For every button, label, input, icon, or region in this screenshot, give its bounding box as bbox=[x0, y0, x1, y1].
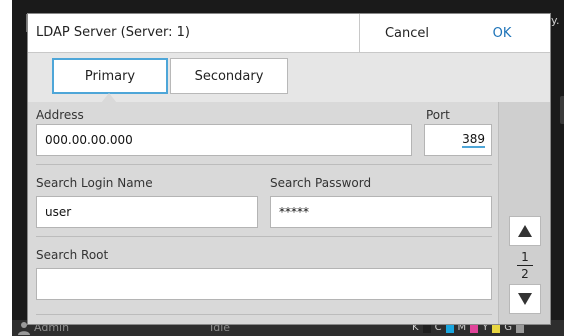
page-down-button[interactable] bbox=[509, 284, 541, 314]
current-page: 1 bbox=[521, 250, 529, 264]
page-scroller: 1 2 bbox=[498, 102, 550, 324]
total-pages: 2 bbox=[521, 267, 529, 281]
background-scroll-tab bbox=[560, 96, 564, 124]
address-field[interactable]: 000.00.00.000 bbox=[36, 124, 412, 156]
page-indicator: 1 2 bbox=[509, 250, 541, 281]
screenshot-frame: ✱ y. Admin Idle KCMYG LDAP Server (Serve… bbox=[0, 0, 564, 336]
divider bbox=[36, 164, 492, 165]
page-fraction-line bbox=[517, 265, 533, 266]
search-root-label: Search Root bbox=[36, 248, 109, 262]
port-field[interactable]: 389 bbox=[424, 124, 492, 156]
port-label: Port bbox=[426, 108, 450, 122]
ldap-form: Address 000.00.00.000 Port 389 Search Lo… bbox=[28, 102, 498, 324]
port-value: 389 bbox=[462, 132, 485, 148]
search-password-label: Search Password bbox=[270, 176, 372, 190]
dialog-titlebar: LDAP Server (Server: 1) Cancel OK bbox=[28, 14, 550, 53]
background-tip-text: y. bbox=[551, 14, 560, 27]
divider bbox=[36, 314, 492, 315]
search-root-field[interactable] bbox=[36, 268, 492, 300]
triangle-up-icon bbox=[518, 225, 532, 237]
search-password-field[interactable]: ***** bbox=[270, 196, 492, 228]
ok-button[interactable]: OK bbox=[454, 14, 550, 52]
tab-secondary[interactable]: Secondary bbox=[170, 58, 288, 94]
page-up-button[interactable] bbox=[509, 216, 541, 246]
ldap-server-dialog: LDAP Server (Server: 1) Cancel OK Primar… bbox=[28, 14, 550, 324]
search-login-name-field[interactable]: user bbox=[36, 196, 258, 228]
cancel-button[interactable]: Cancel bbox=[359, 14, 455, 52]
tab-primary[interactable]: Primary bbox=[52, 58, 168, 94]
dialog-title: LDAP Server (Server: 1) bbox=[36, 25, 190, 40]
search-login-name-label: Search Login Name bbox=[36, 176, 153, 190]
address-label: Address bbox=[36, 108, 84, 122]
divider bbox=[36, 236, 492, 237]
triangle-down-icon bbox=[518, 293, 532, 305]
